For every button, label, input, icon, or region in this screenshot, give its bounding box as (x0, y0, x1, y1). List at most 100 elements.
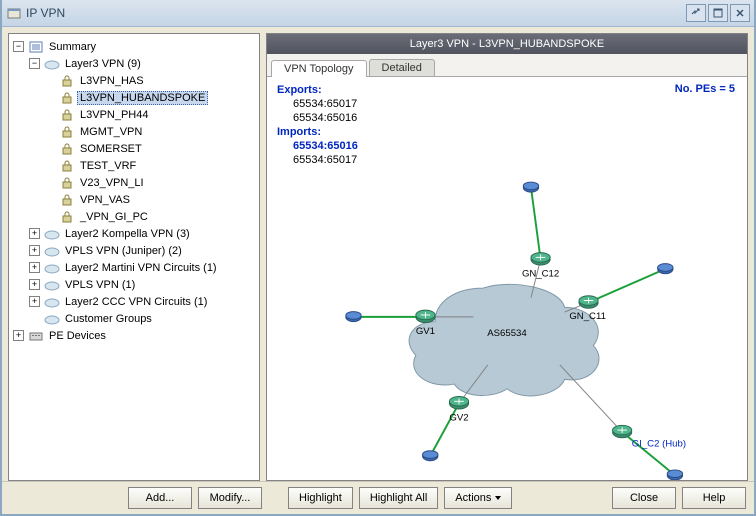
cloud-icon (44, 295, 60, 309)
close-button[interactable]: Close (612, 487, 676, 509)
expand-icon[interactable]: + (29, 296, 40, 307)
cloud-icon (44, 312, 60, 326)
vpn-tree[interactable]: − Summary − (9, 34, 259, 480)
collapse-icon[interactable]: − (13, 41, 24, 52)
tab-vpn-topology[interactable]: VPN Topology (271, 60, 367, 77)
close-window-button[interactable] (730, 4, 750, 22)
add-button[interactable]: Add... (128, 487, 192, 509)
window-title: IP VPN (26, 6, 65, 20)
svg-text:GV1: GV1 (416, 326, 435, 337)
tree-item[interactable]: L3VPN_HAS (57, 72, 257, 89)
modify-button[interactable]: Modify... (198, 487, 262, 509)
tree-group[interactable]: + Layer2 CCC VPN Circuits (1) (27, 293, 257, 310)
topology-view[interactable]: No. PEs = 5 Exports: 65534:65017 65534:6… (267, 77, 747, 480)
tree-label: L3VPN_HUBANDSPOKE (77, 91, 208, 105)
tree-label: _VPN_GI_PC (77, 210, 151, 224)
tab-detailed[interactable]: Detailed (369, 59, 435, 76)
tree-label: L3VPN_PH44 (77, 108, 152, 122)
tree-item[interactable]: L3VPN_PH44 (57, 106, 257, 123)
tree-label: SOMERSET (77, 142, 145, 156)
tree-group[interactable]: + Layer2 Kompella VPN (3) (27, 225, 257, 242)
lock-icon (59, 125, 75, 139)
restore-window-button[interactable] (686, 4, 706, 22)
dropdown-caret-icon (495, 496, 501, 500)
tree-item[interactable]: _VPN_GI_PC (57, 208, 257, 225)
imports-label: Imports: (277, 125, 737, 139)
tree-label: Customer Groups (62, 312, 155, 326)
tree-group[interactable]: + Layer2 Martini VPN Circuits (1) (27, 259, 257, 276)
node-gi-c2-hub[interactable]: GI_C2 (Hub) (613, 425, 686, 480)
tree-label: Layer2 Martini VPN Circuits (1) (62, 261, 220, 275)
lock-icon (59, 142, 75, 156)
tree-label: PE Devices (46, 329, 109, 343)
tree-item[interactable]: VPN_VAS (57, 191, 257, 208)
as-cloud[interactable]: AS65534 (409, 284, 599, 396)
detail-header: Layer3 VPN - L3VPN_HUBANDSPOKE (267, 34, 747, 54)
actions-button[interactable]: Actions (444, 487, 512, 509)
svg-text:GV2: GV2 (449, 413, 468, 424)
tree-pe-devices[interactable]: + PE Devices (11, 327, 257, 344)
export-rt: 65534:65016 (293, 111, 737, 125)
maximize-button[interactable] (708, 4, 728, 22)
cloud-icon (44, 227, 60, 241)
tree-group[interactable]: + VPLS VPN (Juniper) (2) (27, 242, 257, 259)
titlebar: IP VPN (2, 0, 754, 27)
collapse-icon[interactable]: − (29, 58, 40, 69)
expand-icon[interactable]: + (29, 279, 40, 290)
detail-tabs: VPN Topology Detailed (267, 54, 747, 77)
expand-icon[interactable]: + (29, 228, 40, 239)
tree-group[interactable]: Customer Groups (27, 310, 257, 327)
lock-icon (59, 108, 75, 122)
exports-label: Exports: (277, 83, 737, 97)
tree-item[interactable]: MGMT_VPN (57, 123, 257, 140)
tree-label: Layer2 Kompella VPN (3) (62, 227, 193, 241)
svg-text:GN_C11: GN_C11 (569, 311, 606, 322)
node-gn-c12[interactable]: GN_C12 (522, 182, 559, 280)
expand-icon[interactable]: + (13, 330, 24, 341)
tree-label: L3VPN_HAS (77, 74, 147, 88)
lock-icon (59, 91, 75, 105)
import-rt: 65534:65017 (293, 153, 737, 167)
tree-group-layer3[interactable]: − Layer3 VPN (9) (27, 55, 257, 72)
lock-icon (59, 210, 75, 224)
highlight-button[interactable]: Highlight (288, 487, 353, 509)
tree-item[interactable]: V23_VPN_LI (57, 174, 257, 191)
highlight-all-button[interactable]: Highlight All (359, 487, 438, 509)
tree-label: Layer3 VPN (9) (62, 57, 144, 71)
route-targets: Exports: 65534:65017 65534:65016 Imports… (277, 83, 737, 167)
tree-group[interactable]: + VPLS VPN (1) (27, 276, 257, 293)
tree-label: Layer2 CCC VPN Circuits (1) (62, 295, 210, 309)
help-button[interactable]: Help (682, 487, 746, 509)
detail-header-text: Layer3 VPN - L3VPN_HUBANDSPOKE (410, 38, 604, 50)
footer-bar: Add... Modify... Highlight Highlight All… (2, 481, 754, 514)
node-gv2[interactable]: GV2 (423, 397, 469, 461)
layer3-items: L3VPN_HAS L3VPN_HUBANDSPOKE L3VPN_PH44 M… (27, 72, 257, 225)
tree-item-selected[interactable]: L3VPN_HUBANDSPOKE (57, 89, 257, 106)
cloud-icon (44, 261, 60, 275)
ip-vpn-window: IP VPN − (0, 0, 756, 516)
tree-label: Summary (46, 40, 99, 54)
tree-label: VPLS VPN (1) (62, 278, 138, 292)
tree-label: MGMT_VPN (77, 125, 145, 139)
svg-text:GN_C12: GN_C12 (522, 269, 559, 280)
vpn-tree-pane: − Summary − (8, 33, 260, 481)
device-icon (28, 329, 44, 343)
tree-label: V23_VPN_LI (77, 176, 147, 190)
cloud-icon (44, 278, 60, 292)
window-icon (6, 5, 22, 21)
as-label: AS65534 (487, 328, 527, 339)
tree-label: VPLS VPN (Juniper) (2) (62, 244, 185, 258)
tree-root-summary[interactable]: − Summary (11, 38, 257, 55)
tree-item[interactable]: TEST_VRF (57, 157, 257, 174)
expand-icon[interactable]: + (29, 245, 40, 256)
tree-label: VPN_VAS (77, 193, 133, 207)
lock-icon (59, 74, 75, 88)
svg-text:GI_C2 (Hub): GI_C2 (Hub) (632, 438, 686, 449)
cloud-icon (44, 57, 60, 71)
expand-icon[interactable]: + (29, 262, 40, 273)
tree-label: TEST_VRF (77, 159, 139, 173)
node-gn-c11[interactable]: GN_C11 (569, 264, 673, 322)
tree-item[interactable]: SOMERSET (57, 140, 257, 157)
summary-icon (28, 40, 44, 54)
import-rt[interactable]: 65534:65016 (293, 139, 737, 153)
